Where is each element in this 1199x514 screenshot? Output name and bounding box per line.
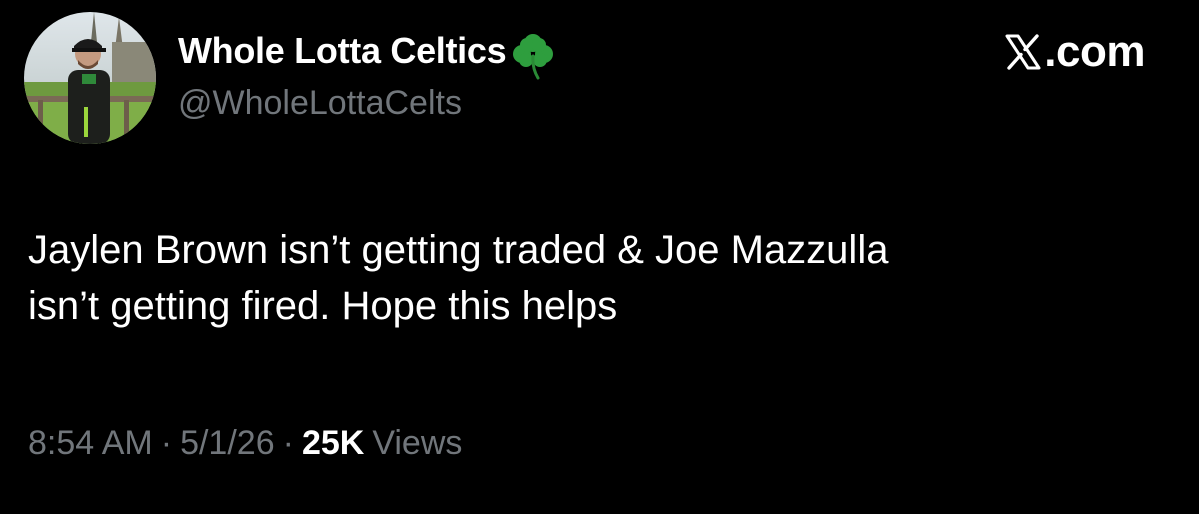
views-count[interactable]: 25K (302, 424, 364, 463)
brand-watermark: .com (1004, 26, 1145, 78)
tweet-card: Whole Lotta Celtics @WholeLottaCelts .co… (0, 0, 1199, 514)
views-label: Views (372, 424, 463, 462)
author-display-name[interactable]: Whole Lotta Celtics (178, 30, 507, 72)
avatar-image (24, 12, 156, 144)
shamrock-icon (508, 30, 558, 80)
tweet-body: Jaylen Brown isn’t getting traded & Joe … (28, 222, 1168, 334)
meta-separator: · (282, 424, 294, 462)
author-handle[interactable]: @WholeLottaCelts (178, 84, 462, 123)
meta-separator: · (160, 424, 173, 462)
tweet-date[interactable]: 5/1/26 (180, 424, 275, 463)
tweet-text-line: Jaylen Brown isn’t getting traded & Joe … (28, 228, 889, 272)
tweet-metadata: 8:54 AM · 5/1/26 · 25K Views (28, 424, 462, 463)
author-avatar[interactable] (24, 12, 156, 144)
brand-domain-text: .com (1044, 27, 1145, 76)
x-logo-icon (1004, 33, 1042, 71)
tweet-text-line: isn’t getting fired. Hope this helps (28, 284, 618, 328)
tweet-time[interactable]: 8:54 AM (28, 424, 153, 463)
display-name-row: Whole Lotta Celtics (178, 28, 558, 80)
